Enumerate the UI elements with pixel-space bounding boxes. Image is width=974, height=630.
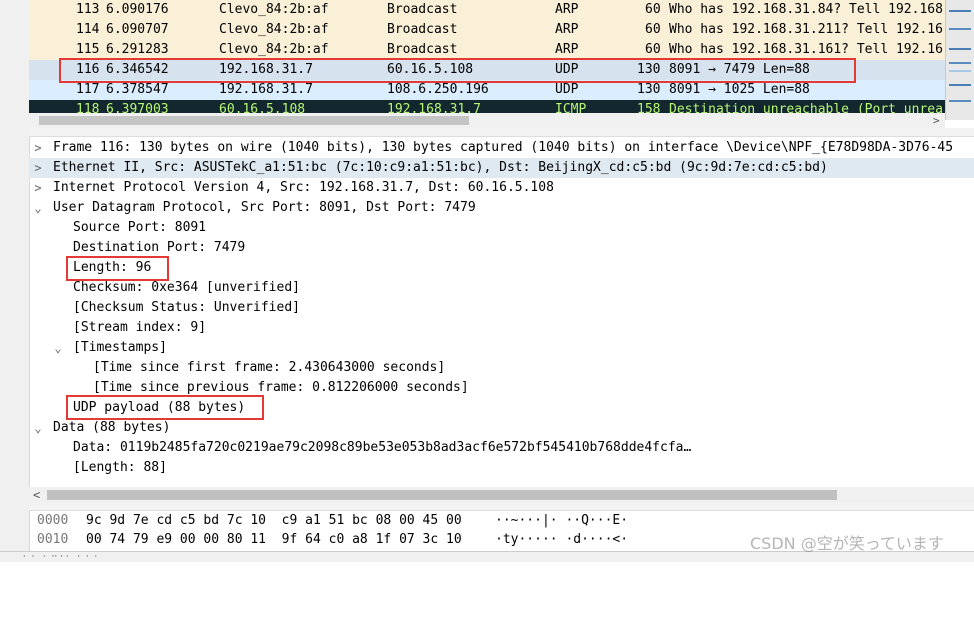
packet-dst: 108.6.250.196 [387,82,489,97]
packet-info: Who has 192.168.31.211? Tell 192.16 [669,22,943,37]
tree-item-ethernet[interactable]: > Ethernet II, Src: ASUSTekC_a1:51:bc (7… [29,158,974,178]
packet-info: Who has 192.168.31.161? Tell 192.16 [669,42,943,57]
tree-item-data[interactable]: ⌄ Data (88 bytes) [29,418,974,438]
tree-item-udp[interactable]: ⌄ User Datagram Protocol, Src Port: 8091… [29,198,974,218]
tree-item-label: Destination Port: 7479 [73,240,246,255]
tree-item-label: [Stream index: 9] [73,320,207,335]
tree-item-length[interactable]: Length: 96 [29,258,974,278]
tree-item-checksum[interactable]: Checksum: 0xe364 [unverified] [29,278,974,298]
packet-info: Who has 192.168.31.84? Tell 192.168 [669,2,943,17]
minimap-mark [949,48,971,50]
tree-item-src-port[interactable]: Source Port: 8091 [29,218,974,238]
tree-item-dst-port[interactable]: Destination Port: 7479 [29,238,974,258]
packet-src: 192.168.31.7 [219,82,313,97]
tree-item-data-hex[interactable]: Data: 0119b2485fa720c0219ae79c2098c89be5… [29,438,974,458]
scrollbar-thumb[interactable] [47,490,837,500]
tree-item-label: Checksum: 0xe364 [unverified] [73,280,300,295]
scrollbar-thumb[interactable] [39,116,469,125]
bytes-offset: 0010 [37,532,69,547]
packet-proto: ARP [555,42,579,57]
chevron-down-icon[interactable]: ⌄ [52,338,64,358]
bytes-ascii[interactable]: ··~···|· ··Q···E· [495,511,628,531]
packet-info: 8091 → 1025 Len=88 [669,82,810,97]
packet-list-hscrollbar[interactable]: > [29,113,945,128]
minimap-mark [949,62,971,64]
tree-item-label: User Datagram Protocol, Src Port: 8091, … [53,200,476,215]
packet-len: 60 [645,22,661,37]
packet-list-minimap[interactable] [945,0,974,120]
tree-item-data-length[interactable]: [Length: 88] [29,458,974,478]
highlight-box-length [66,256,169,281]
packet-src: Clevo_84:2b:af [219,2,329,17]
minimap-mark [949,10,971,12]
chevron-down-icon[interactable]: ⌄ [32,418,44,438]
packet-dst: Broadcast [387,22,458,37]
minimap-mark [949,70,971,72]
bytes-ascii[interactable]: ·ty····· ·d····<· [495,530,628,550]
packet-time: 6.090176 [106,2,169,17]
tree-item-label: Data (88 bytes) [53,420,171,435]
packet-no: 113 [76,2,100,17]
packet-row-117[interactable]: 117 6.378547 192.168.31.7 108.6.250.196 … [29,80,945,100]
tree-item-checksum-status[interactable]: [Checksum Status: Unverified] [29,298,974,318]
pane-splitter[interactable] [29,503,974,511]
packet-len: 60 [645,42,661,57]
tree-item-stream-index[interactable]: [Stream index: 9] [29,318,974,338]
packet-src: Clevo_84:2b:af [219,42,329,57]
packet-row-115[interactable]: 115 6.291283 Clevo_84:2b:af Broadcast AR… [29,40,945,60]
minimap-mark [949,28,971,30]
bytes-hex[interactable]: 9c 9d 7e cd c5 bd 7c 10 c9 a1 51 bc 08 0… [86,511,462,531]
packet-proto: ARP [555,2,579,17]
details-hscrollbar[interactable]: < [29,487,974,503]
packet-no: 114 [76,22,100,37]
tree-item-timestamps[interactable]: ⌄ [Timestamps] [29,338,974,358]
tree-item-label: Data: 0119b2485fa720c0219ae79c2098c89be5… [73,440,692,455]
tree-item-label: [Timestamps] [73,340,167,355]
left-gutter [0,0,30,561]
packet-row-113[interactable]: 113 6.090176 Clevo_84:2b:af Broadcast AR… [29,0,945,20]
tree-item-label: Ethernet II, Src: ASUSTekC_a1:51:bc (7c:… [53,160,828,175]
packet-row-114[interactable]: 114 6.090707 Clevo_84:2b:af Broadcast AR… [29,20,945,40]
packet-time: 6.090707 [106,22,169,37]
chevron-right-icon[interactable]: > [32,138,44,158]
tree-item-ts-first[interactable]: [Time since first frame: 2.430643000 sec… [29,358,974,378]
chevron-right-icon[interactable]: > [32,158,44,178]
tree-item-ip[interactable]: > Internet Protocol Version 4, Src: 192.… [29,178,974,198]
bytes-hex[interactable]: 00 74 79 e9 00 00 80 11 9f 64 c0 a8 1f 0… [86,530,462,550]
highlight-box-udp-payload [66,395,264,420]
tree-item-label: Source Port: 8091 [73,220,207,235]
packet-no: 115 [76,42,100,57]
minimap-mark [949,100,971,102]
tree-item-label: Frame 116: 130 bytes on wire (1040 bits)… [53,140,954,155]
tree-item-label: Internet Protocol Version 4, Src: 192.16… [53,180,554,195]
arrow-right-icon[interactable]: > [933,113,940,128]
packet-len: 130 [637,82,661,97]
packet-proto: UDP [555,82,579,97]
pane-splitter[interactable] [29,128,974,137]
packet-dst: Broadcast [387,42,458,57]
packet-src: Clevo_84:2b:af [219,22,329,37]
tree-item-label: [Checksum Status: Unverified] [73,300,300,315]
packet-time: 6.378547 [106,82,169,97]
packet-len: 60 [645,2,661,17]
packet-proto: ARP [555,22,579,37]
watermark: CSDN @空が笑っています [750,534,944,553]
chevron-down-icon[interactable]: ⌄ [32,198,44,218]
packet-no: 117 [76,82,100,97]
tree-item-label: [Length: 88] [73,460,167,475]
tree-item-frame[interactable]: > Frame 116: 130 bytes on wire (1040 bit… [29,138,974,158]
tree-item-label: [Time since first frame: 2.430643000 sec… [93,360,446,375]
arrow-left-icon[interactable]: < [33,487,40,503]
chevron-right-icon[interactable]: > [32,178,44,198]
highlight-box-packet-116 [59,58,856,83]
bytes-offset: 0000 [37,513,69,528]
packet-time: 6.291283 [106,42,169,57]
minimap-mark [949,84,971,86]
packet-details-tree[interactable]: > Frame 116: 130 bytes on wire (1040 bit… [29,137,974,487]
bytes-row[interactable]: 0000 9c 9d 7e cd c5 bd 7c 10 c9 a1 51 bc… [29,511,974,531]
packet-dst: Broadcast [387,2,458,17]
